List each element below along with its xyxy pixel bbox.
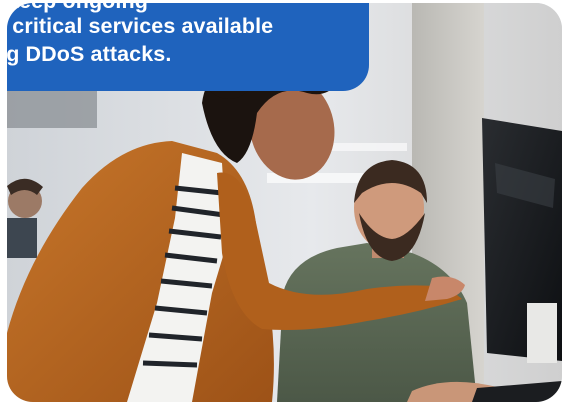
caption-line-3: ng DDoS attacks. bbox=[7, 42, 172, 66]
caption-banner: keep ongoing o critical services availab… bbox=[7, 3, 369, 91]
background-person-body bbox=[7, 218, 37, 258]
photo-card: keep ongoing o critical services availab… bbox=[7, 3, 562, 402]
desk-item bbox=[527, 303, 557, 363]
ceiling-vent bbox=[7, 88, 97, 128]
caption-line-2: o critical services available bbox=[7, 14, 274, 38]
